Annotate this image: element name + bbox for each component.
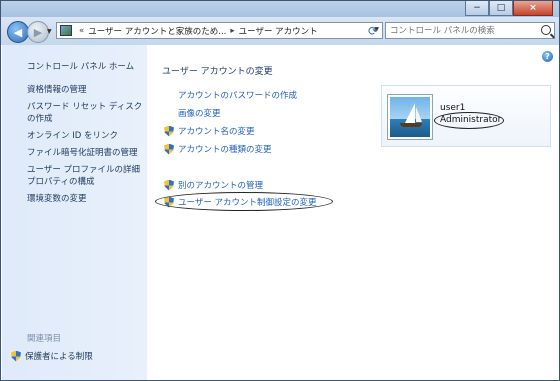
sidebar-task-list: 資格情報の管理 パスワード リセット ディスクの作成 オンライン ID をリンク… — [27, 84, 147, 210]
task-label: 別のアカウントの管理 — [178, 181, 264, 191]
related-heading: 関連項目 — [27, 334, 62, 344]
sidebar-item-parental-controls[interactable]: 保護者による制限 — [11, 350, 93, 362]
uac-shield-icon — [164, 143, 174, 155]
user-account-card: user1 Administrator — [381, 85, 551, 147]
main-content: ? ユーザー アカウントの変更 アカウントのパスワードの作成 画像の変更 アカウ… — [147, 45, 559, 380]
uac-shield-icon — [164, 125, 174, 137]
sidebar: コントロール パネル ホーム 資格情報の管理 パスワード リセット ディスクの作… — [2, 45, 147, 380]
sidebar-item-profile-properties[interactable]: ユーザー プロファイルの詳細プロパティの構成 — [27, 164, 147, 188]
breadcrumb-separator[interactable]: ▸ — [230, 26, 234, 36]
task-create-password[interactable]: アカウントのパスワードの作成 — [164, 89, 297, 101]
control-panel-window: − □ × ◀ ▶ ▼ « ユーザー アカウントと家族のため... ▸ ユーザー… — [0, 0, 560, 381]
task-label: アカウントのパスワードの作成 — [178, 91, 298, 101]
sidebar-item-encryption-certificates[interactable]: ファイル暗号化証明書の管理 — [27, 147, 147, 159]
breadcrumb-parent[interactable]: ユーザー アカウントと家族のため... — [88, 25, 226, 37]
breadcrumb-current[interactable]: ユーザー アカウント — [239, 25, 318, 37]
sailboat-hull — [400, 123, 422, 127]
minimize-button[interactable]: − — [465, 1, 489, 16]
forward-button[interactable]: ▶ — [27, 21, 49, 43]
recent-pages-dropdown-icon[interactable]: ▼ — [47, 28, 52, 35]
back-button[interactable]: ◀ — [7, 21, 29, 43]
control-panel-icon — [60, 25, 72, 36]
caption-buttons: − □ × — [465, 1, 553, 16]
help-icon[interactable]: ? — [542, 51, 553, 62]
task-manage-other-account[interactable]: 別のアカウントの管理 — [164, 179, 263, 191]
close-button[interactable]: × — [513, 1, 553, 16]
annotation-ellipse-uac — [155, 192, 333, 211]
maximize-button[interactable]: □ — [489, 1, 513, 16]
search-input[interactable] — [390, 24, 540, 37]
uac-shield-icon — [164, 179, 174, 191]
page-title: ユーザー アカウントの変更 — [162, 67, 273, 77]
sidebar-item-environment-variables[interactable]: 環境変数の変更 — [27, 193, 147, 205]
task-label: アカウントの種類の変更 — [178, 145, 272, 155]
uac-shield-icon — [11, 350, 21, 362]
task-label: 画像の変更 — [178, 109, 221, 119]
task-change-picture[interactable]: 画像の変更 — [164, 107, 221, 119]
sidebar-item-manage-credentials[interactable]: 資格情報の管理 — [27, 84, 147, 96]
refresh-icon[interactable]: ⟳ — [363, 22, 383, 39]
task-change-account-type[interactable]: アカウントの種類の変更 — [164, 143, 272, 155]
task-label: アカウント名の変更 — [178, 127, 255, 137]
address-bar[interactable]: « ユーザー アカウントと家族のため... ▸ ユーザー アカウント ▼ — [56, 22, 383, 39]
parental-controls-label: 保護者による制限 — [25, 352, 93, 362]
search-icon[interactable] — [541, 25, 551, 35]
navigation-bar: ◀ ▶ ▼ « ユーザー アカウントと家族のため... ▸ ユーザー アカウント… — [1, 17, 559, 45]
sailboat-sail — [405, 103, 415, 123]
task-change-name[interactable]: アカウント名の変更 — [164, 125, 255, 137]
sailboat-sail-secondary — [416, 107, 422, 122]
search-box[interactable] — [385, 22, 555, 39]
breadcrumb-overflow[interactable]: « — [79, 26, 84, 36]
sidebar-item-password-reset-disk[interactable]: パスワード リセット ディスクの作成 — [27, 101, 147, 125]
title-bar[interactable]: − □ × — [1, 1, 559, 17]
sidebar-home-link[interactable]: コントロール パネル ホーム — [27, 60, 134, 72]
sidebar-item-link-online-id[interactable]: オンライン ID をリンク — [27, 130, 147, 142]
user-avatar[interactable] — [387, 94, 433, 140]
annotation-ellipse-role — [434, 112, 504, 129]
